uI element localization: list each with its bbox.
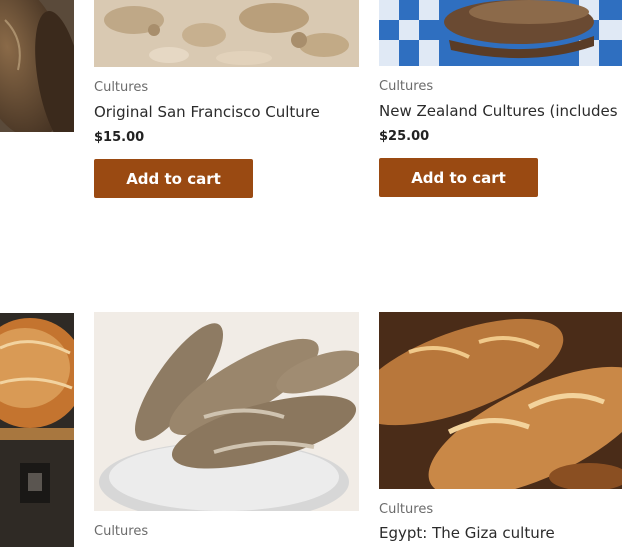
product-card-egypt-giza: Cultures Egypt: The Giza culture	[379, 312, 622, 547]
rustic-baguette-image	[379, 312, 622, 489]
product-image[interactable]	[94, 312, 359, 511]
bread-crumb-image	[94, 0, 359, 67]
product-card-new-zealand: Cultures New Zealand Cultures (includes …	[379, 0, 622, 200]
product-category[interactable]: Cultures	[94, 524, 148, 539]
product-image-partial-top-left[interactable]	[0, 0, 74, 132]
baguettes-image	[94, 312, 359, 511]
add-to-cart-button[interactable]: Add to cart	[379, 158, 538, 197]
product-image[interactable]	[94, 0, 359, 67]
product-category[interactable]: Cultures	[379, 502, 433, 517]
bread-image	[0, 313, 74, 547]
product-card-san-francisco: Cultures Original San Francisco Culture …	[94, 0, 359, 200]
product-image[interactable]	[379, 0, 622, 66]
product-price: $15.00	[94, 130, 145, 145]
product-title[interactable]: Original San Francisco Culture	[94, 103, 320, 121]
product-category[interactable]: Cultures	[94, 80, 148, 95]
bread-image	[0, 0, 74, 132]
sliced-bread-image	[379, 0, 622, 66]
product-price: $25.00	[379, 129, 430, 144]
product-title[interactable]: New Zealand Cultures (includes 2)	[379, 102, 622, 120]
add-to-cart-button[interactable]: Add to cart	[94, 159, 253, 198]
product-card-baguettes: Cultures	[94, 312, 359, 547]
product-image-partial-bottom-left[interactable]	[0, 313, 74, 547]
product-category[interactable]: Cultures	[379, 79, 433, 94]
product-title[interactable]: Egypt: The Giza culture	[379, 524, 555, 542]
product-image[interactable]	[379, 312, 622, 489]
